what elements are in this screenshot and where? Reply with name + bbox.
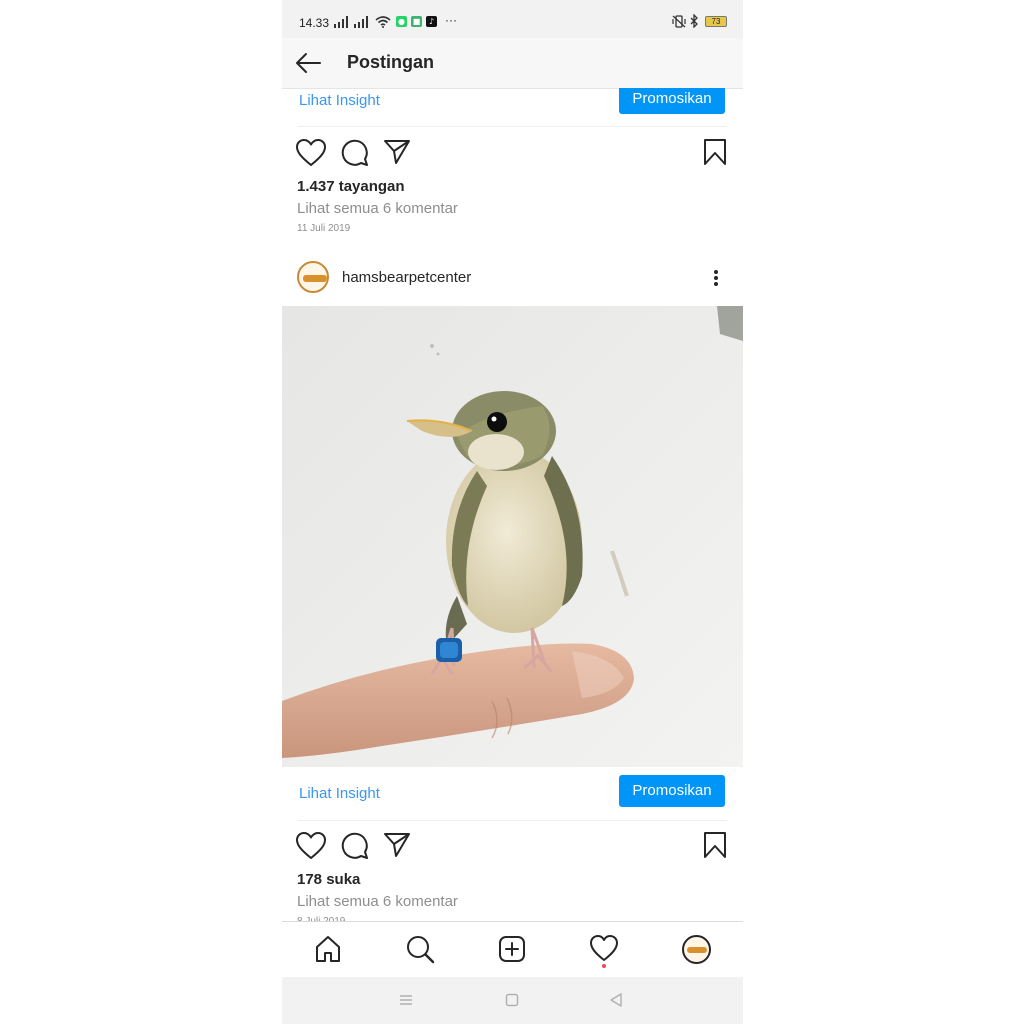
back-arrow-icon[interactable]	[294, 50, 322, 76]
like-count: 178 suka	[297, 871, 361, 888]
profile-avatar-icon[interactable]	[682, 935, 711, 964]
view-comments-link[interactable]: Lihat semua 6 komentar	[297, 200, 458, 217]
view-comments-link[interactable]: Lihat semua 6 komentar	[297, 893, 458, 910]
app-header: Postingan	[282, 38, 743, 89]
signal-icon	[334, 16, 352, 28]
comment-icon[interactable]	[341, 139, 369, 167]
app-notification-icon: ■	[411, 16, 422, 27]
activity-heart-icon[interactable]	[589, 934, 619, 964]
bird-photo	[282, 306, 743, 767]
divider	[298, 126, 727, 127]
paper-plane-icon[interactable]	[383, 832, 411, 858]
avatar[interactable]	[297, 261, 329, 293]
promote-button[interactable]: Promosikan	[619, 88, 725, 114]
tiktok-icon: ♪	[426, 16, 437, 27]
post-image[interactable]	[282, 306, 743, 767]
insight-link[interactable]: Lihat Insight	[299, 92, 380, 109]
back-triangle-icon[interactable]	[607, 991, 625, 1009]
home-icon[interactable]	[313, 934, 343, 964]
promote-button[interactable]: Promosikan	[619, 775, 725, 807]
system-nav-bar	[282, 977, 743, 1024]
bookmark-icon[interactable]	[703, 138, 727, 166]
more-vertical-icon[interactable]	[710, 268, 722, 288]
status-time: 14.33	[299, 16, 330, 30]
menu-icon[interactable]	[397, 991, 415, 1009]
search-icon[interactable]	[405, 934, 435, 964]
post-date: 11 Juli 2019	[297, 223, 351, 234]
paper-plane-icon[interactable]	[383, 139, 411, 165]
home-square-icon[interactable]	[503, 991, 521, 1009]
notification-dot	[602, 964, 606, 968]
vibrate-icon	[672, 15, 686, 28]
add-post-icon[interactable]	[497, 934, 527, 964]
wifi-icon	[375, 16, 391, 28]
divider	[298, 820, 727, 821]
bluetooth-icon	[690, 14, 698, 28]
view-count: 1.437 tayangan	[297, 178, 405, 195]
signal-icon	[354, 16, 372, 28]
comment-icon[interactable]	[341, 832, 369, 860]
bookmark-icon[interactable]	[703, 831, 727, 859]
whatsapp-icon: ●	[396, 16, 407, 27]
username[interactable]: hamsbearpetcenter	[342, 269, 471, 286]
phone-screen: 14.33 ● ■ ♪ ··· 73 Postingan Lihat Insig…	[282, 0, 743, 1024]
heart-icon[interactable]	[296, 832, 326, 860]
insight-link[interactable]: Lihat Insight	[299, 785, 380, 802]
heart-icon[interactable]	[296, 139, 326, 167]
battery-icon: 73	[705, 16, 727, 27]
status-bar: 14.33 ● ■ ♪ ··· 73	[282, 0, 743, 38]
bottom-nav	[282, 921, 743, 977]
page-title: Postingan	[347, 52, 435, 72]
more-notifications-icon: ···	[445, 13, 457, 27]
